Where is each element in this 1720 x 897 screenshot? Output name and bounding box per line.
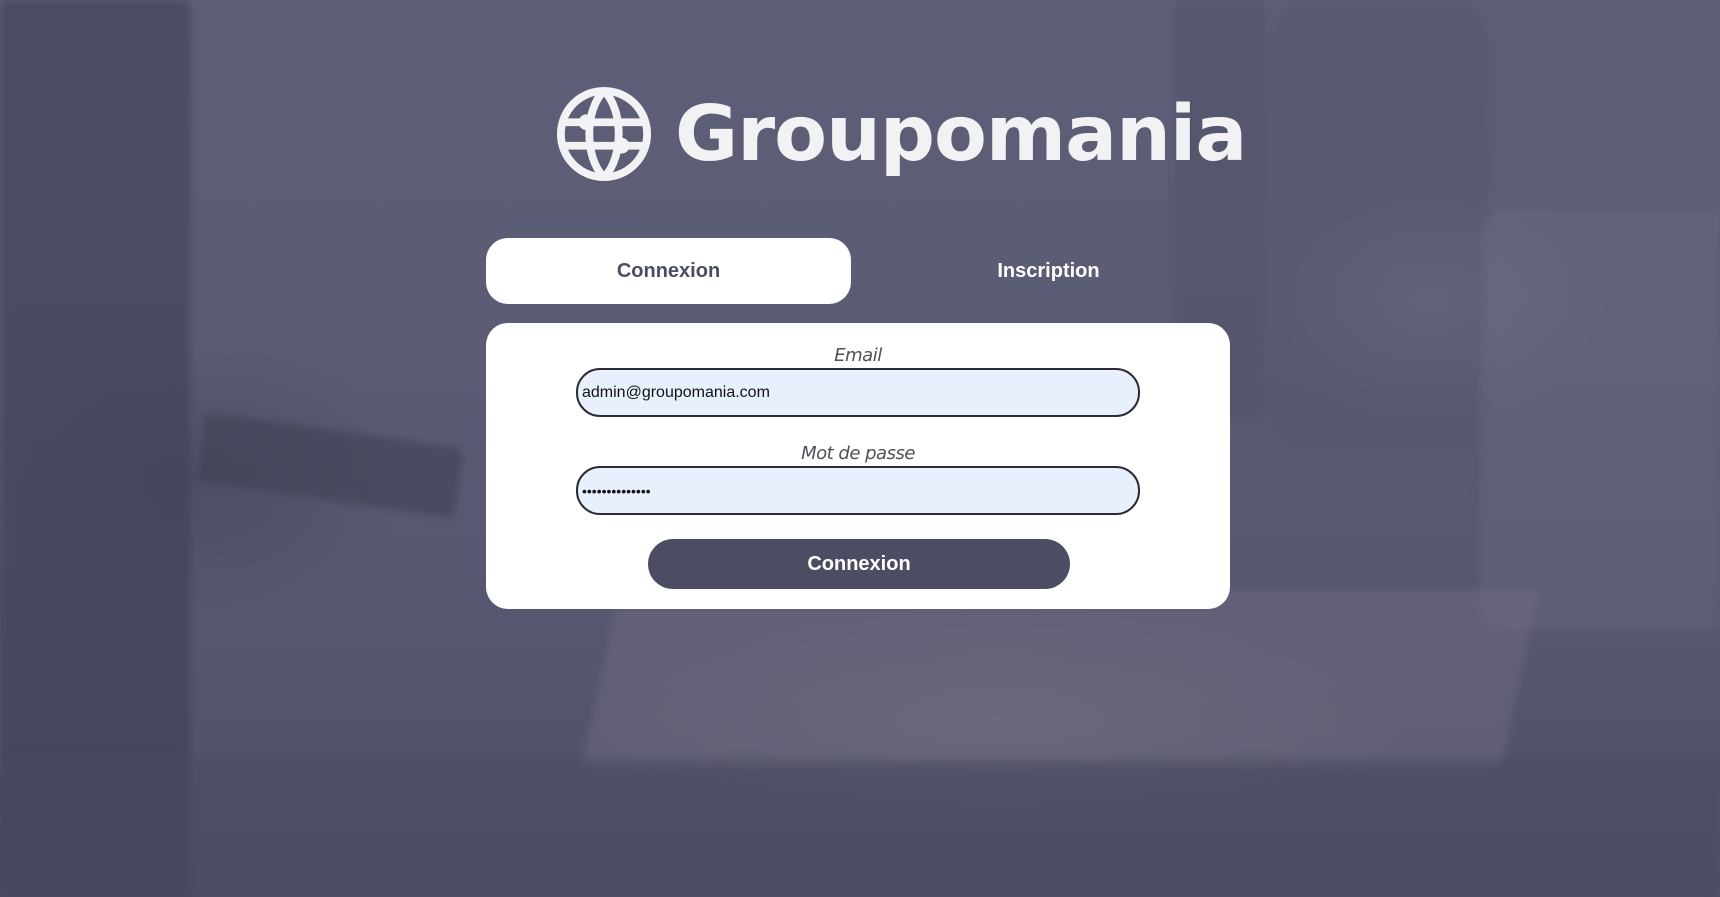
tab-inscription[interactable]: Inscription: [866, 238, 1231, 304]
login-button[interactable]: Connexion: [648, 539, 1070, 589]
logo-text: Groupomania: [675, 89, 1247, 179]
login-card: Email Mot de passe Connexion: [486, 323, 1230, 609]
tab-connexion[interactable]: Connexion: [486, 238, 851, 304]
globe-icon: [556, 86, 652, 182]
email-label: Email: [834, 345, 882, 366]
password-label: Mot de passe: [801, 443, 915, 464]
email-field[interactable]: [576, 368, 1140, 417]
auth-tabs: Connexion Inscription: [486, 238, 1230, 304]
password-field[interactable]: [576, 466, 1140, 515]
logo: Groupomania: [555, 84, 1247, 184]
